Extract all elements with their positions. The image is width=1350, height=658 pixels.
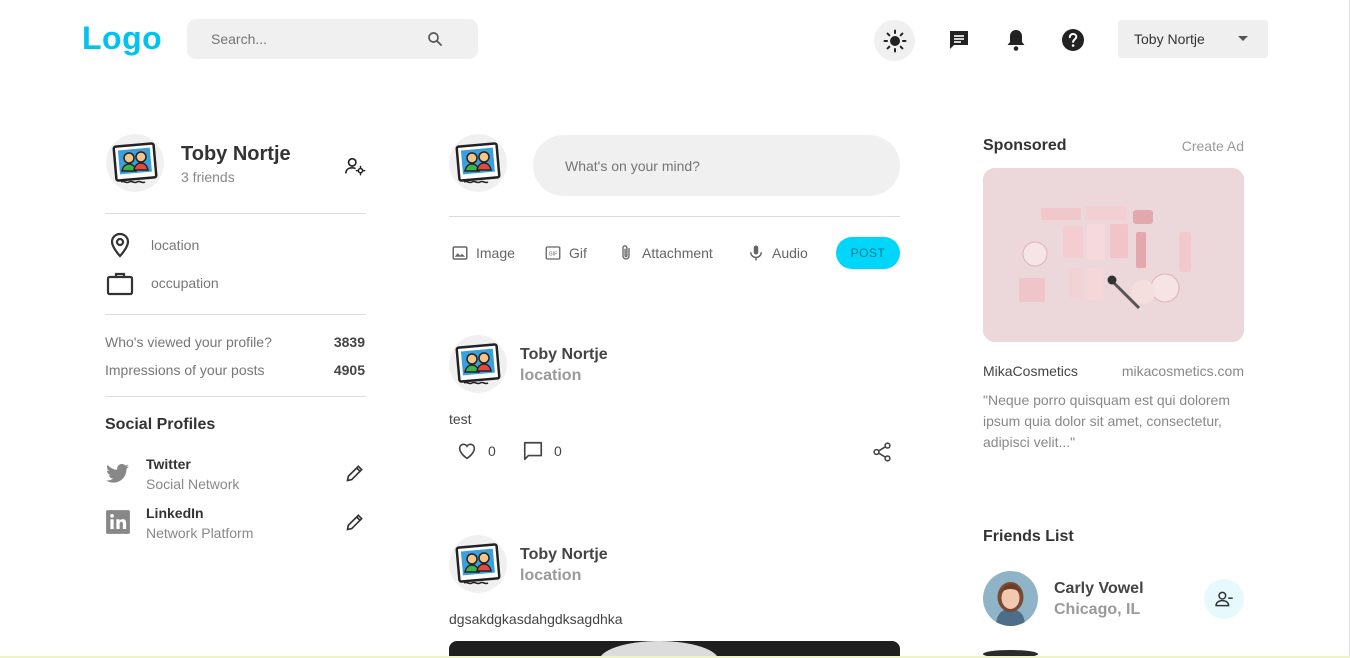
- gif-icon: GIF: [545, 246, 561, 260]
- post-text: test: [449, 411, 472, 427]
- friend-avatar[interactable]: [983, 571, 1038, 626]
- logo[interactable]: Logo: [82, 20, 162, 57]
- ad-image[interactable]: [983, 168, 1244, 342]
- social-profiles-title: Social Profiles: [105, 416, 216, 433]
- profile-name[interactable]: Toby Nortje: [181, 143, 291, 166]
- avatar-icon: [449, 535, 507, 593]
- friend-name[interactable]: Carly Vowel: [1054, 580, 1144, 598]
- briefcase-icon: [106, 272, 134, 296]
- chevron-down-icon: [1238, 36, 1248, 41]
- image-icon: [452, 246, 468, 260]
- social-name[interactable]: Twitter: [146, 456, 191, 472]
- social-sub: Social Network: [146, 476, 240, 492]
- tool-label: Gif: [569, 245, 587, 261]
- post-author-avatar[interactable]: [449, 535, 507, 593]
- stat-label: Who's viewed your profile?: [105, 334, 272, 350]
- sponsored-title: Sponsored: [983, 137, 1067, 154]
- theme-toggle-button[interactable]: [874, 20, 915, 61]
- sun-icon: [883, 29, 906, 52]
- post-location: location: [520, 367, 582, 384]
- composer-avatar[interactable]: [449, 134, 507, 192]
- like-count: 0: [488, 443, 496, 459]
- gif-tool-button[interactable]: GIF Gif: [544, 243, 587, 263]
- tool-label: Attachment: [642, 245, 713, 261]
- attachment-tool-button[interactable]: Attachment: [617, 243, 713, 263]
- divider: [105, 396, 366, 397]
- image-tool-button[interactable]: Image: [451, 243, 515, 263]
- friends-count: 3 friends: [181, 169, 235, 185]
- post-author-avatar[interactable]: [449, 335, 507, 393]
- create-ad-link[interactable]: Create Ad: [1182, 138, 1244, 154]
- avatar-icon: [106, 134, 164, 192]
- cosmetics-image: [983, 168, 1244, 342]
- divider: [105, 213, 366, 214]
- divider: [105, 314, 366, 315]
- profile-occupation: occupation: [151, 275, 219, 291]
- comment-icon: [523, 441, 543, 461]
- ad-brand: MikaCosmetics: [983, 363, 1078, 379]
- stat-label: Impressions of your posts: [105, 362, 265, 378]
- heart-icon: [458, 443, 476, 460]
- svg-text:GIF: GIF: [549, 251, 558, 257]
- comment-count: 0: [554, 443, 562, 459]
- tool-label: Image: [476, 245, 515, 261]
- post-location: location: [520, 567, 582, 584]
- friend-location: Chicago, IL: [1054, 601, 1141, 618]
- profile-location: location: [151, 237, 200, 253]
- message-icon: [950, 31, 968, 49]
- tool-label: Audio: [772, 245, 808, 261]
- remove-friend-button[interactable]: [1204, 579, 1244, 619]
- person-remove-icon: [1215, 591, 1233, 607]
- manage-account-icon[interactable]: [344, 155, 366, 177]
- post-button[interactable]: POST: [836, 237, 900, 269]
- user-select[interactable]: Toby Nortje: [1118, 20, 1268, 58]
- linkedin-icon[interactable]: [105, 509, 131, 535]
- bell-icon: [1007, 30, 1025, 51]
- avatar[interactable]: [106, 134, 164, 192]
- avatar-icon: [449, 335, 507, 393]
- friend-photo: [983, 571, 1038, 626]
- ad-url-link[interactable]: mikacosmetics.com: [1122, 363, 1244, 379]
- twitter-icon[interactable]: [105, 461, 130, 486]
- share-icon[interactable]: [871, 441, 893, 463]
- microphone-icon: [750, 245, 762, 261]
- notifications-button[interactable]: [998, 22, 1034, 58]
- stat-value: 3839: [333, 334, 365, 350]
- post-composer-input[interactable]: [533, 135, 900, 196]
- messages-button[interactable]: [941, 22, 977, 58]
- divider: [449, 216, 900, 217]
- post-author-name[interactable]: Toby Nortje: [520, 546, 608, 564]
- post-author-name[interactable]: Toby Nortje: [520, 346, 608, 364]
- friends-list-title: Friends List: [983, 528, 1074, 545]
- help-button[interactable]: [1055, 22, 1091, 58]
- post-text: dgsakdgkasdahgdksagdhka: [449, 611, 623, 627]
- user-select-value: Toby Nortje: [1134, 31, 1205, 47]
- social-name[interactable]: LinkedIn: [146, 505, 204, 521]
- comment-button[interactable]: 0: [522, 440, 562, 462]
- search-icon[interactable]: [426, 30, 444, 48]
- edit-icon[interactable]: [345, 463, 365, 483]
- location-pin-icon: [110, 232, 130, 258]
- ad-description: "Neque porro quisquam est qui dolorem ip…: [983, 392, 1230, 450]
- search-input[interactable]: [211, 31, 411, 47]
- stat-value: 4905: [333, 362, 365, 378]
- social-sub: Network Platform: [146, 525, 254, 541]
- attachment-icon: [622, 245, 630, 260]
- help-icon: [1062, 29, 1084, 51]
- like-button[interactable]: 0: [456, 440, 496, 462]
- avatar-icon: [449, 134, 507, 192]
- audio-tool-button[interactable]: Audio: [747, 243, 808, 263]
- edit-icon[interactable]: [345, 512, 365, 532]
- search-bar: [187, 19, 478, 59]
